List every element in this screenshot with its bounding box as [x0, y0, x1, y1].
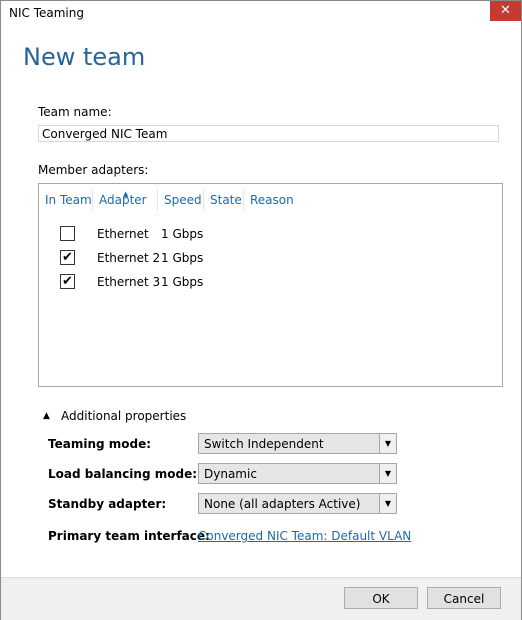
dropdown-arrow-icon[interactable]: ▼	[379, 434, 396, 453]
column-header-state[interactable]: State	[203, 190, 243, 210]
standby-adapter-select[interactable]: None (all adapters Active) ▼	[198, 493, 397, 514]
member-adapters-list[interactable]: In Team Adapter ▲ Speed State Reason Eth…	[38, 183, 503, 387]
team-name-label: Team name:	[38, 105, 112, 119]
adapter-name: Ethernet 3	[97, 275, 161, 289]
standby-adapter-value: None (all adapters Active)	[204, 497, 361, 511]
checkmark-icon: ✔	[62, 250, 73, 265]
page-title: New team	[23, 43, 146, 71]
primary-interface-label: Primary team interface:	[48, 529, 210, 543]
sort-ascending-icon: ▲	[123, 190, 129, 198]
column-header-speed[interactable]: Speed	[157, 190, 203, 210]
adapter-name: Ethernet 2	[97, 251, 161, 265]
ok-button[interactable]: OK	[344, 587, 418, 609]
adapter-speed: 1 Gbps	[161, 275, 204, 289]
column-header-reason[interactable]: Reason	[243, 190, 297, 210]
column-header-in-team[interactable]: In Team	[39, 190, 92, 210]
member-adapters-label: Member adapters:	[38, 163, 149, 177]
adapter-row[interactable]: ✔ Ethernet 3 1 Gbps	[39, 272, 502, 294]
in-team-checkbox[interactable]: ✔	[60, 274, 75, 289]
primary-interface-link[interactable]: Converged NIC Team: Default VLAN	[198, 529, 411, 543]
additional-properties-toggle[interactable]: Additional properties	[61, 409, 186, 423]
close-icon: ✕	[500, 3, 511, 18]
teaming-mode-value: Switch Independent	[204, 437, 324, 451]
adapter-speed: 1 Gbps	[161, 251, 204, 265]
adapter-row[interactable]: ✔ Ethernet 2 1 Gbps	[39, 248, 502, 270]
dropdown-arrow-icon[interactable]: ▼	[379, 464, 396, 483]
load-balancing-label: Load balancing mode:	[48, 467, 198, 481]
close-button[interactable]: ✕	[490, 1, 521, 21]
teaming-mode-select[interactable]: Switch Independent ▼	[198, 433, 397, 454]
load-balancing-value: Dynamic	[204, 467, 257, 481]
load-balancing-select[interactable]: Dynamic ▼	[198, 463, 397, 484]
adapter-name: Ethernet	[97, 227, 149, 241]
title-bar[interactable]: NIC Teaming ✕	[1, 1, 521, 25]
checkmark-icon: ✔	[62, 274, 73, 289]
adapter-speed: 1 Gbps	[161, 227, 204, 241]
dropdown-arrow-icon[interactable]: ▼	[379, 494, 396, 513]
dialog-footer: OK Cancel	[1, 577, 521, 620]
dialog-content: New team Team name: Converged NIC Team M…	[1, 25, 521, 577]
window-title: NIC Teaming	[9, 6, 84, 20]
adapter-row[interactable]: Ethernet 1 Gbps	[39, 224, 502, 246]
teaming-mode-label: Teaming mode:	[48, 437, 152, 451]
in-team-checkbox[interactable]	[60, 226, 75, 241]
list-header: In Team Adapter ▲ Speed State Reason	[39, 190, 502, 210]
chevron-up-icon[interactable]: ▲	[43, 411, 50, 421]
cancel-button[interactable]: Cancel	[427, 587, 501, 609]
in-team-checkbox[interactable]: ✔	[60, 250, 75, 265]
standby-adapter-label: Standby adapter:	[48, 497, 167, 511]
nic-teaming-window: NIC Teaming ✕ New team Team name: Conver…	[0, 0, 522, 620]
team-name-input[interactable]: Converged NIC Team	[38, 125, 499, 142]
